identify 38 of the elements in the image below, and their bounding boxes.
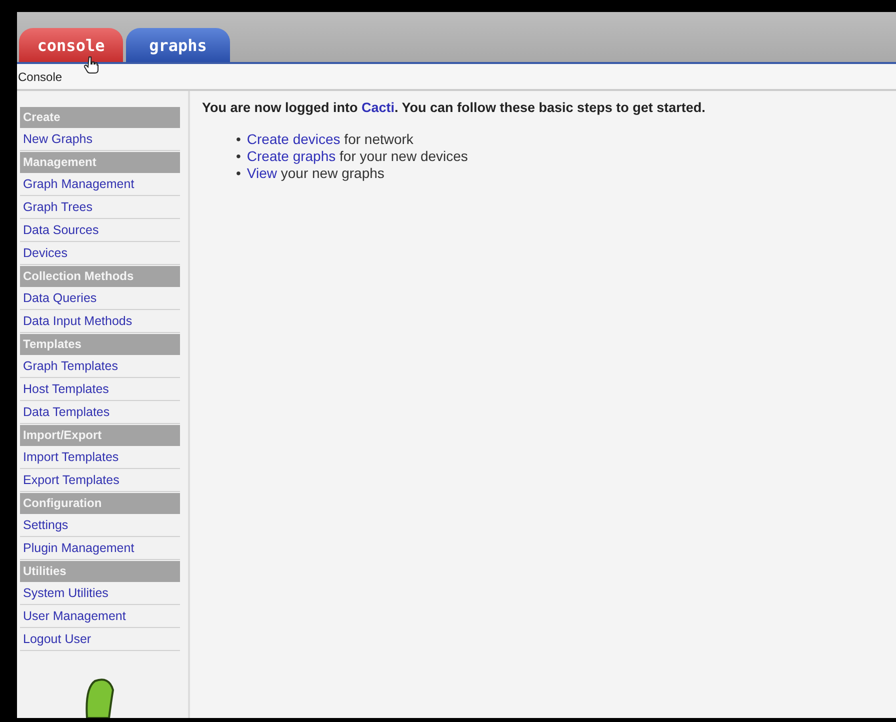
menu-item[interactable]: Host Templates — [20, 378, 180, 401]
menu-item[interactable]: System Utilities — [20, 582, 180, 605]
bullet: • — [236, 148, 241, 165]
step-link[interactable]: Create devices — [246, 131, 340, 147]
menu-item[interactable]: Devices — [20, 242, 180, 265]
menu-item[interactable]: Graph Management — [20, 173, 180, 196]
menu-item[interactable]: Plugin Management — [20, 537, 180, 560]
intro-text: You are now logged into Cacti. You can follow these basic steps to get started. — [202, 100, 706, 115]
step-text: Create graphs for your new devices — [246, 148, 468, 165]
step-text: View your new graphs — [246, 165, 384, 182]
menu-item[interactable]: Data Queries — [20, 287, 180, 310]
menu-item[interactable]: New Graphs — [20, 128, 180, 151]
step-link[interactable]: Create graphs — [246, 148, 336, 164]
menu-header: Collection Methods — [20, 266, 180, 287]
tab[interactable]: console — [19, 28, 123, 62]
menu-header: Import/Export — [20, 425, 180, 446]
menu-item[interactable]: User Management — [20, 605, 180, 628]
cacti-link[interactable]: Cacti — [362, 100, 395, 115]
menu-item[interactable]: Import Templates — [20, 446, 180, 469]
breadcrumb: Console — [18, 70, 62, 84]
menu-item[interactable]: Export Templates — [20, 469, 180, 492]
step-text: Create devices for network — [246, 131, 414, 148]
menu-header: Configuration — [20, 493, 180, 514]
menu-item[interactable]: Graph Templates — [20, 355, 180, 378]
tab[interactable]: graphs — [126, 28, 230, 62]
menu-item[interactable]: Graph Trees — [20, 196, 180, 219]
bullet: • — [236, 165, 241, 182]
menu-header: Management — [20, 152, 180, 173]
menu-header: Templates — [20, 334, 180, 355]
menu-item[interactable]: Settings — [20, 514, 180, 537]
menu-item[interactable]: Data Templates — [20, 401, 180, 424]
step-link[interactable]: View — [246, 165, 277, 181]
menu-item[interactable]: Data Sources — [20, 219, 180, 242]
menu-item[interactable]: Logout User — [20, 628, 180, 651]
bullet: • — [236, 131, 241, 148]
menu-header: Utilities — [20, 561, 180, 582]
menu-header: Create — [20, 107, 180, 128]
menu-item[interactable]: Data Input Methods — [20, 310, 180, 333]
